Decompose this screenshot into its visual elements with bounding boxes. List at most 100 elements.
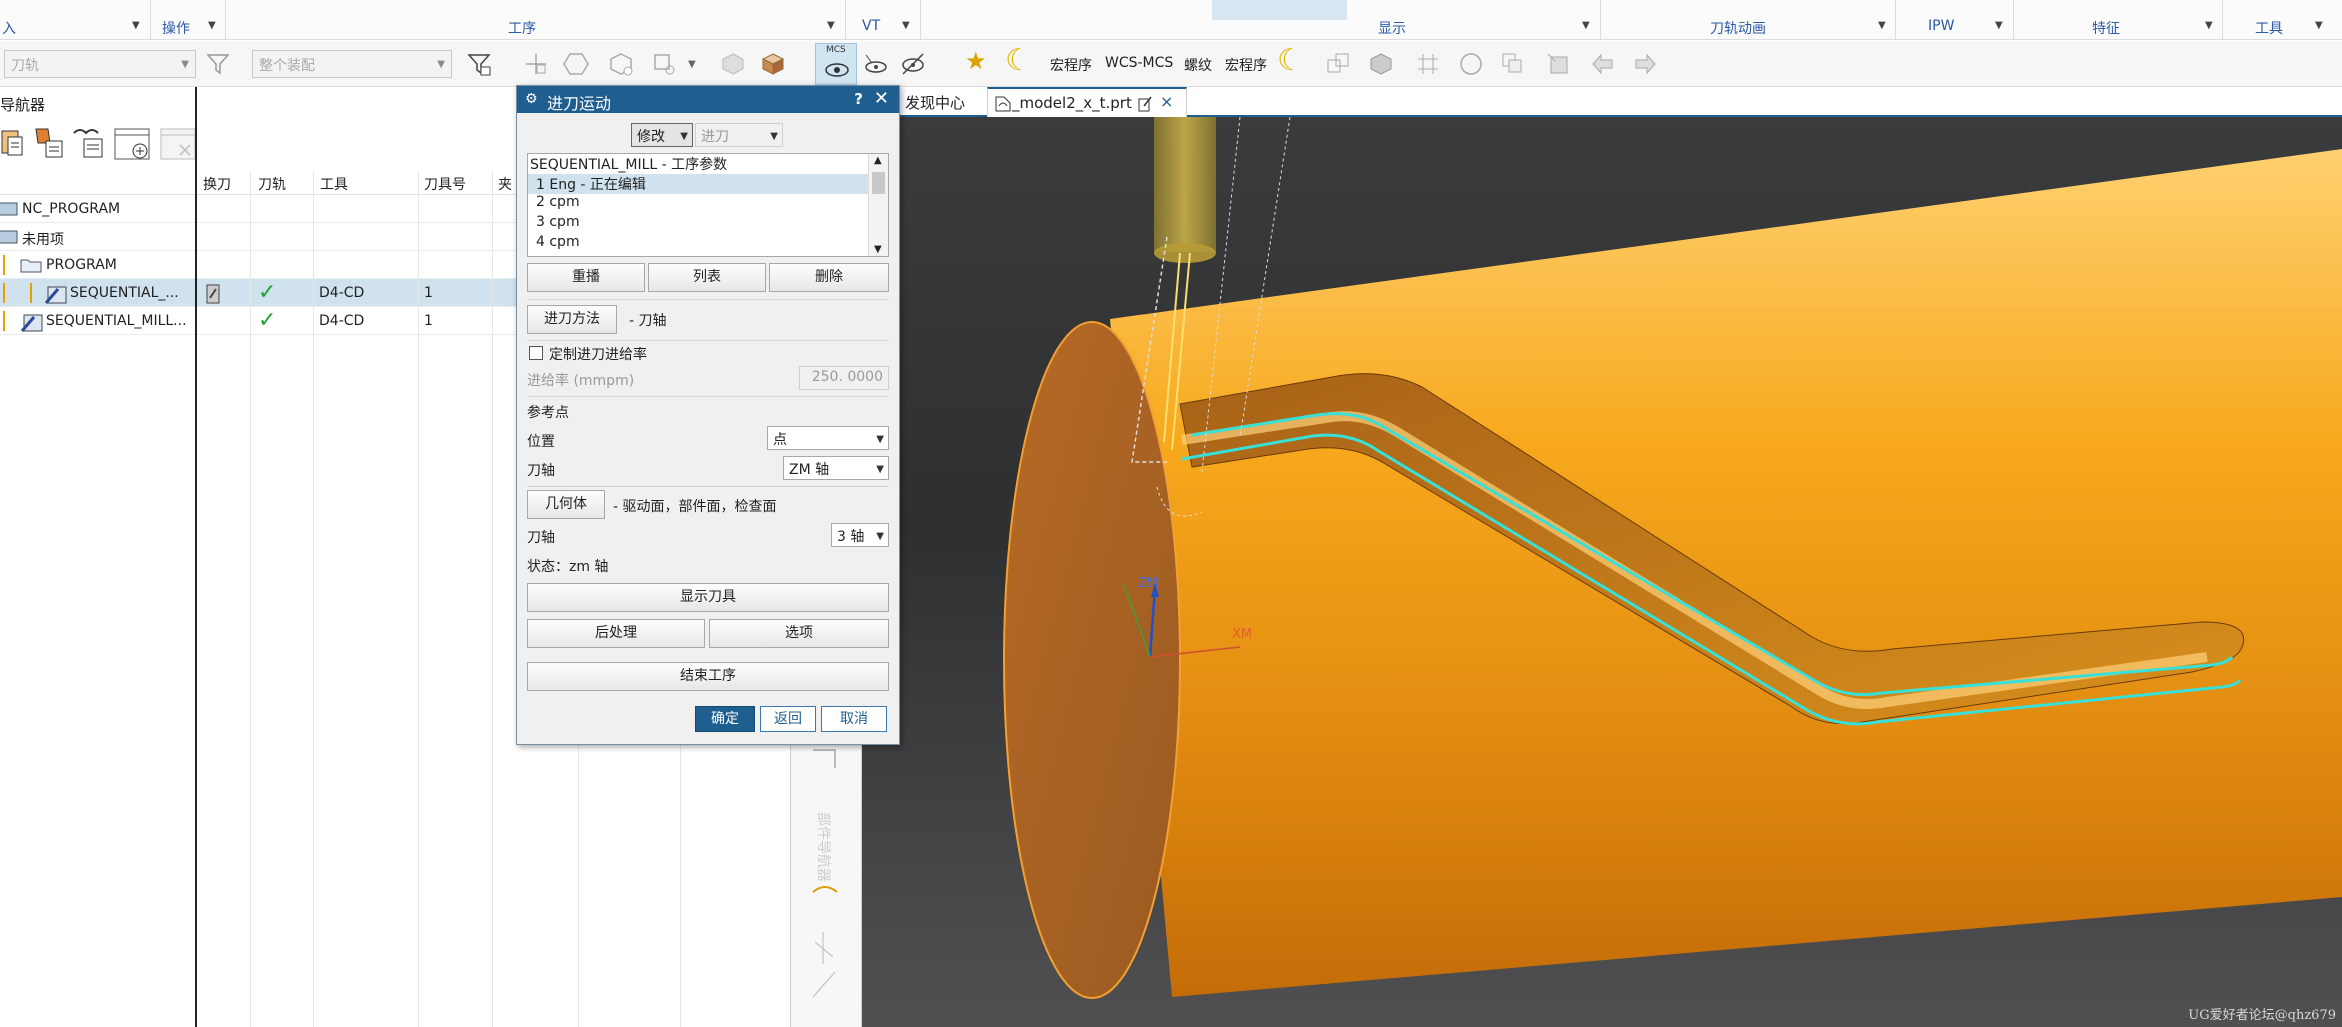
replay-button[interactable]: 重播 [527, 263, 645, 292]
moon-icon[interactable]: ☾ [1005, 43, 1032, 78]
geometry-view-icon[interactable] [70, 123, 110, 163]
chevron-down-icon[interactable]: ▼ [1995, 20, 2003, 31]
chevron-down-icon[interactable]: ▼ [688, 59, 696, 70]
macro-button-1[interactable]: 宏程序 [1050, 55, 1092, 75]
list-item[interactable]: 2 cpm [528, 194, 868, 214]
ribbon-group-insert[interactable]: 入 [2, 18, 16, 38]
export-icon[interactable] [1545, 51, 1571, 77]
mode-dropdown[interactable]: 修改 ▼ [631, 123, 693, 147]
back-button[interactable]: 返回 [760, 706, 816, 732]
chevron-down-icon[interactable]: ▼ [208, 20, 216, 31]
position-dropdown[interactable]: 点 ▼ [767, 426, 889, 450]
list-item[interactable]: 4 cpm [528, 234, 868, 254]
chevron-down-icon[interactable]: ▼ [2315, 20, 2323, 31]
column-toolpath[interactable]: 刀轨 [258, 174, 286, 194]
end-operation-button[interactable]: 结束工序 [527, 662, 889, 691]
chevron-down-icon[interactable]: ▼ [1878, 20, 1886, 31]
toolpath-filter-select[interactable]: 刀轨 ▼ [4, 50, 196, 78]
list-scrollbar[interactable]: ▲ ▼ [868, 154, 888, 256]
folder-icon [20, 259, 42, 273]
ribbon-group-tool-animation[interactable]: 刀轨动画 [1710, 18, 1766, 38]
moon-icon[interactable]: ☾ [1277, 43, 1304, 78]
ref-point-label: 参考点 [527, 405, 569, 421]
list-item[interactable]: 3 cpm [528, 214, 868, 234]
chevron-down-icon[interactable]: ▼ [1582, 20, 1590, 31]
hexagon-icon[interactable] [563, 51, 589, 77]
chevron-down-icon[interactable]: ▼ [902, 20, 910, 31]
create-operation-icon[interactable] [112, 123, 152, 163]
delete-operation-icon[interactable] [158, 123, 198, 163]
circle-icon[interactable] [1458, 51, 1484, 77]
tool-axis-dropdown[interactable]: ZM 轴 ▼ [783, 456, 889, 480]
custom-feed-checkbox[interactable] [529, 346, 543, 360]
ok-button[interactable]: 确定 [695, 706, 755, 732]
sequential-mill-icon [44, 286, 67, 304]
dialog-title-bar[interactable]: ⚙ 进刀运动 ? ✕ [517, 86, 899, 113]
navigator-splitter[interactable] [195, 87, 197, 1027]
axis-count-dropdown[interactable]: 3 轴 ▼ [831, 523, 889, 547]
part-file-icon [995, 96, 1011, 112]
column-tool-number[interactable]: 刀具号 [424, 174, 466, 194]
chevron-down-icon[interactable]: ▼ [132, 20, 140, 31]
chevron-down-icon[interactable]: ▼ [827, 20, 835, 31]
scroll-thumb[interactable] [872, 172, 885, 194]
snap-icon[interactable] [523, 51, 549, 77]
ribbon-group-vt[interactable]: VT [862, 18, 880, 34]
shaded-cube-icon[interactable] [760, 51, 786, 77]
box-icon[interactable] [1368, 51, 1394, 77]
list-button[interactable]: 列表 [648, 263, 766, 292]
ribbon-group-operation[interactable]: 工序 [508, 18, 536, 38]
ribbon-group-feature[interactable]: 特征 [2092, 18, 2120, 38]
star-icon[interactable]: ★ [965, 47, 987, 75]
ribbon-group-operations[interactable]: 操作 [162, 18, 190, 38]
program-root-icon [0, 202, 18, 216]
tab-part[interactable]: _model2_x_t.prt × [987, 87, 1187, 117]
ribbon-group-ipw[interactable]: IPW [1928, 18, 1954, 34]
hide-icon[interactable] [900, 51, 926, 77]
post-process-button[interactable]: 后处理 [527, 619, 705, 648]
thread-button[interactable]: 螺纹 [1184, 55, 1212, 75]
cube-add-icon[interactable] [608, 51, 634, 77]
eye-icon [825, 63, 849, 77]
help-icon[interactable]: ? [854, 90, 863, 108]
ribbon-group-bar: 入 ▼ 操作 ▼ 工序 ▼ VT ▼ 显示 ▼ 刀轨动画 ▼ IPW ▼ 特征 … [0, 0, 2342, 40]
assembly-filter-select[interactable]: 整个装配 ▼ [252, 50, 452, 78]
arrow-right-icon[interactable] [1632, 51, 1658, 77]
scroll-up-icon[interactable]: ▲ [874, 155, 882, 166]
solid-cube-icon[interactable] [720, 51, 746, 77]
options-button[interactable]: 选项 [709, 619, 889, 648]
geometry-button[interactable]: 几何体 [527, 490, 605, 519]
status-text: 状态：zm 轴 [527, 559, 609, 575]
list-item[interactable]: 1 Eng - 正在编辑 [528, 174, 868, 194]
engage-method-button[interactable]: 进刀方法 [527, 305, 617, 334]
ribbon-group-tools[interactable]: 工具 [2255, 18, 2283, 38]
wcs-mcs-button[interactable]: WCS-MCS [1105, 55, 1173, 71]
grid-icon[interactable] [1415, 51, 1441, 77]
scroll-down-icon[interactable]: ▼ [874, 244, 882, 255]
tab-discovery[interactable]: 发现中心 [897, 87, 973, 117]
ribbon-group-display[interactable]: 显示 [1378, 18, 1406, 38]
close-tab-icon[interactable]: × [1160, 92, 1173, 111]
point-select-icon[interactable] [651, 51, 677, 77]
copy-layers-icon[interactable] [1325, 51, 1351, 77]
filter-options-icon[interactable] [466, 51, 492, 77]
arrow-left-icon[interactable] [1590, 51, 1616, 77]
machine-tool-view-icon[interactable] [28, 123, 68, 163]
delete-button[interactable]: 删除 [769, 263, 889, 292]
show-tool-button[interactable]: 显示刀具 [527, 583, 889, 612]
chevron-down-icon[interactable]: ▼ [2205, 20, 2213, 31]
graphics-viewport[interactable]: ZM XM [862, 117, 2342, 1027]
multi-copy-icon[interactable] [1500, 51, 1526, 77]
column-tool-change[interactable]: 换刀 [203, 174, 231, 194]
macro-button-2[interactable]: 宏程序 [1225, 55, 1267, 75]
filter-icon[interactable] [205, 51, 231, 77]
event-list[interactable]: SEQUENTIAL_MILL - 工序参数 1 Eng - 正在编辑 2 cp… [527, 153, 889, 257]
toolpath-ok-icon: ✓ [258, 308, 277, 333]
show-tool-icon[interactable] [862, 51, 888, 77]
column-tool[interactable]: 工具 [320, 174, 348, 194]
close-icon[interactable]: ✕ [874, 88, 889, 109]
mcs-display-button[interactable]: MCS [815, 43, 857, 85]
cancel-button[interactable]: 取消 [821, 706, 887, 732]
gear-icon[interactable]: ⚙ [525, 91, 538, 107]
column-fixture[interactable]: 夹 [498, 174, 512, 194]
